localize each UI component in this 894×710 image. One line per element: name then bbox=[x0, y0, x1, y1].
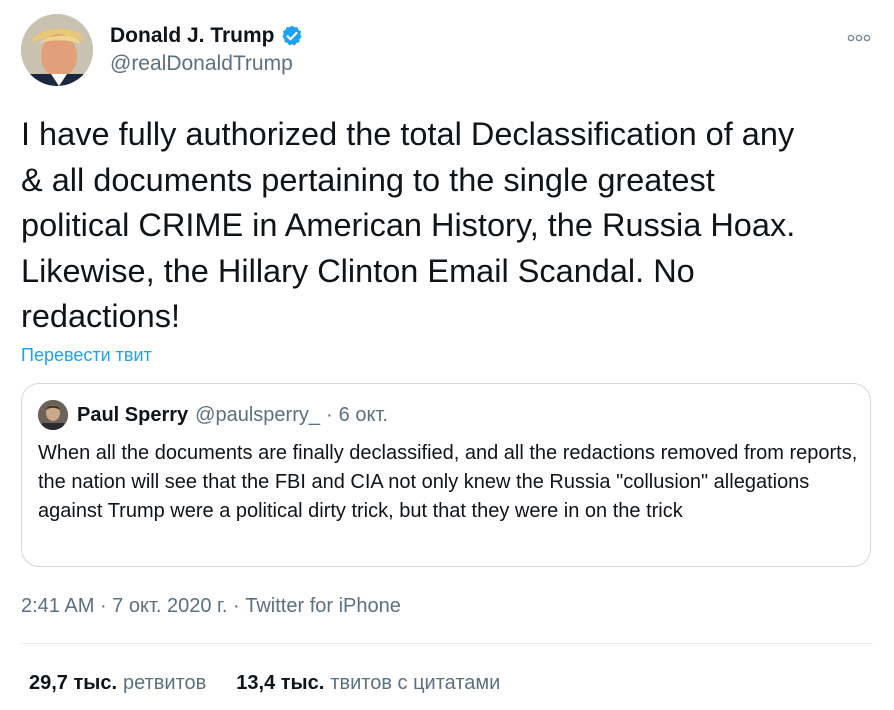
quoted-tweet-card[interactable]: Paul Sperry @paulsperry_ · 6 окт. When a… bbox=[21, 383, 871, 567]
author-display-name[interactable]: Donald J. Trump bbox=[110, 24, 275, 48]
retweets-stat[interactable]: 29,7 тыс. ретвитов bbox=[29, 672, 206, 695]
retweets-count: 29,7 тыс. bbox=[29, 672, 118, 694]
quoted-author-name: Paul Sperry bbox=[77, 403, 189, 426]
tweet-source[interactable]: Twitter for iPhone bbox=[245, 595, 401, 618]
retweets-label: ретвитов bbox=[123, 672, 207, 694]
tweet-text: I have fully authorized the total Declas… bbox=[21, 116, 796, 334]
quote-tweets-stat[interactable]: 13,4 тыс. твитов с цитатами bbox=[236, 672, 500, 695]
tweet-date[interactable]: 7 окт. 2020 г. bbox=[112, 595, 227, 618]
display-name-row: Donald J. Trump bbox=[110, 22, 304, 50]
author-handle[interactable]: @realDonaldTrump bbox=[110, 52, 304, 76]
quoted-tweet-header: Paul Sperry @paulsperry_ · 6 окт. bbox=[38, 400, 388, 430]
tweet-meta: 2:41 AM · 7 окт. 2020 г. · Twitter for i… bbox=[21, 595, 401, 618]
meta-separator: · bbox=[227, 595, 246, 617]
tweet-author-header: Donald J. Trump @realDonaldTrump bbox=[21, 14, 894, 90]
author-names: Donald J. Trump @realDonaldTrump bbox=[110, 22, 304, 76]
meta-separator: · bbox=[94, 595, 113, 617]
verified-badge-icon bbox=[280, 24, 304, 48]
author-avatar[interactable] bbox=[21, 14, 93, 86]
divider bbox=[21, 643, 873, 644]
quoted-tweet-text: When all the documents are finally decla… bbox=[38, 442, 858, 522]
quote-tweets-label: твитов с цитатами bbox=[330, 672, 501, 694]
quoted-author-avatar bbox=[38, 400, 68, 430]
tweet-time[interactable]: 2:41 AM bbox=[21, 595, 94, 618]
quoted-author-handle: @paulsperry_ bbox=[195, 403, 320, 426]
quoted-date: 6 окт. bbox=[338, 403, 388, 426]
translate-tweet-link[interactable]: Перевести твит bbox=[21, 345, 152, 366]
quote-tweets-count: 13,4 тыс. bbox=[236, 672, 325, 694]
quoted-separator: · bbox=[325, 403, 333, 426]
more-options-icon[interactable] bbox=[846, 30, 872, 46]
tweet-stats: 29,7 тыс. ретвитов 13,4 тыс. твитов с ци… bbox=[29, 672, 500, 695]
